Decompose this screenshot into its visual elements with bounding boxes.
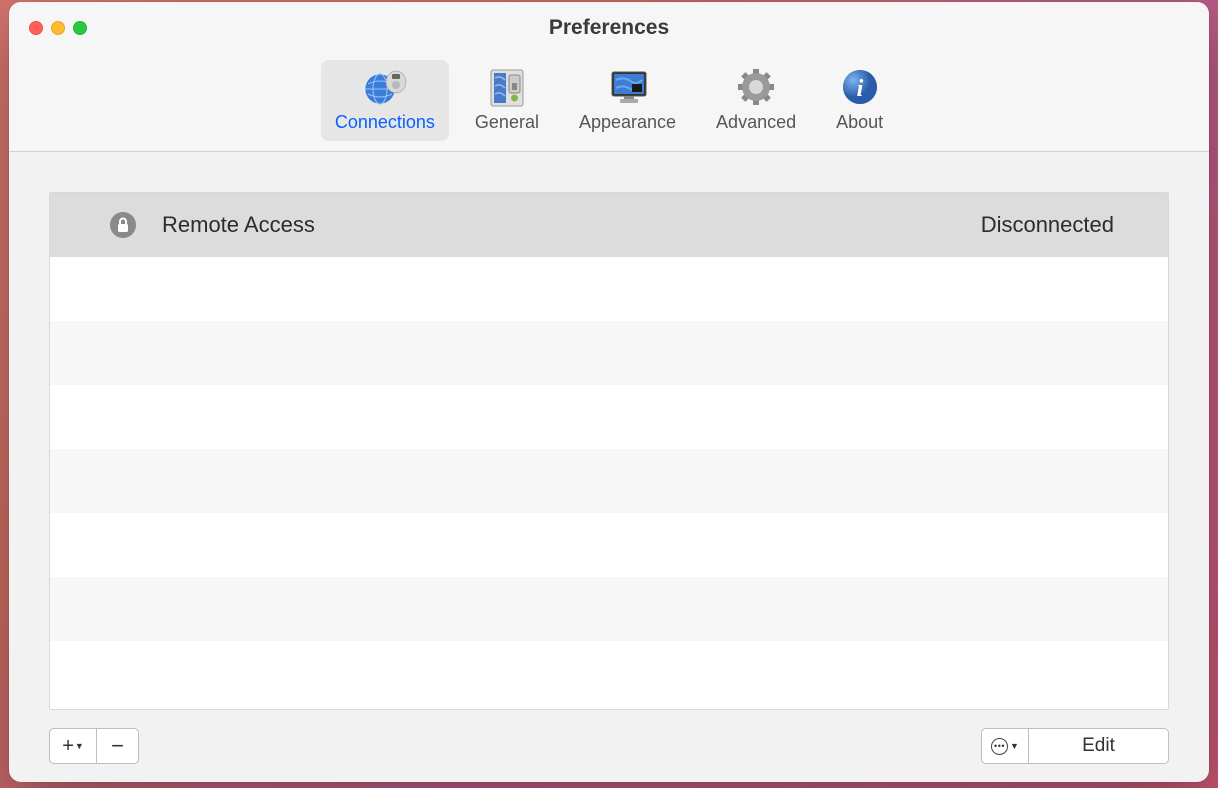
table-row [50, 257, 1168, 321]
footer-toolbar: + ▼ − ••• ▼ Edit [9, 710, 1209, 782]
table-row [50, 385, 1168, 449]
globe-network-icon [363, 66, 407, 108]
tab-label: General [475, 112, 539, 133]
ellipsis-icon: ••• [991, 738, 1008, 755]
tab-about[interactable]: i About [822, 60, 897, 141]
gear-icon [734, 66, 778, 108]
window-title: Preferences [549, 16, 669, 40]
tab-label: Appearance [579, 112, 676, 133]
tab-appearance[interactable]: Appearance [565, 60, 690, 141]
tab-label: Connections [335, 112, 435, 133]
connections-table: Remote Access Disconnected [49, 192, 1169, 710]
table-row [50, 449, 1168, 513]
tab-general[interactable]: General [461, 60, 553, 141]
preferences-window: Preferences Connections [9, 2, 1209, 782]
content-area: Remote Access Disconnected [9, 152, 1209, 710]
titlebar: Preferences [9, 2, 1209, 54]
remove-connection-button[interactable]: − [97, 728, 139, 764]
info-icon: i [838, 66, 882, 108]
edit-button[interactable]: Edit [1029, 728, 1169, 764]
svg-text:i: i [856, 76, 863, 102]
add-connection-button[interactable]: + ▼ [49, 728, 97, 764]
table-row [50, 513, 1168, 577]
window-maximize-button[interactable] [73, 21, 87, 35]
window-close-button[interactable] [29, 21, 43, 35]
preferences-toolbar: Connections General [9, 54, 1209, 152]
traffic-lights [9, 21, 87, 35]
connection-status: Disconnected [981, 212, 1150, 238]
chevron-down-icon: ▼ [1010, 742, 1019, 751]
add-remove-group: + ▼ − [49, 728, 139, 764]
switch-panel-icon [485, 66, 529, 108]
edit-label: Edit [1082, 735, 1115, 757]
connection-name: Remote Access [162, 212, 963, 238]
table-row [50, 321, 1168, 385]
plus-icon: + [62, 736, 74, 756]
chevron-down-icon: ▼ [75, 742, 84, 751]
tab-connections[interactable]: Connections [321, 60, 449, 141]
tab-label: Advanced [716, 112, 796, 133]
action-edit-group: ••• ▼ Edit [981, 728, 1169, 764]
table-row [50, 577, 1168, 641]
connection-row[interactable]: Remote Access Disconnected [50, 193, 1168, 257]
tab-label: About [836, 112, 883, 133]
action-menu-button[interactable]: ••• ▼ [981, 728, 1029, 764]
tab-advanced[interactable]: Advanced [702, 60, 810, 141]
window-minimize-button[interactable] [51, 21, 65, 35]
empty-rows [50, 257, 1168, 709]
display-icon [606, 66, 650, 108]
minus-icon: − [111, 735, 124, 757]
lock-icon [110, 212, 136, 238]
